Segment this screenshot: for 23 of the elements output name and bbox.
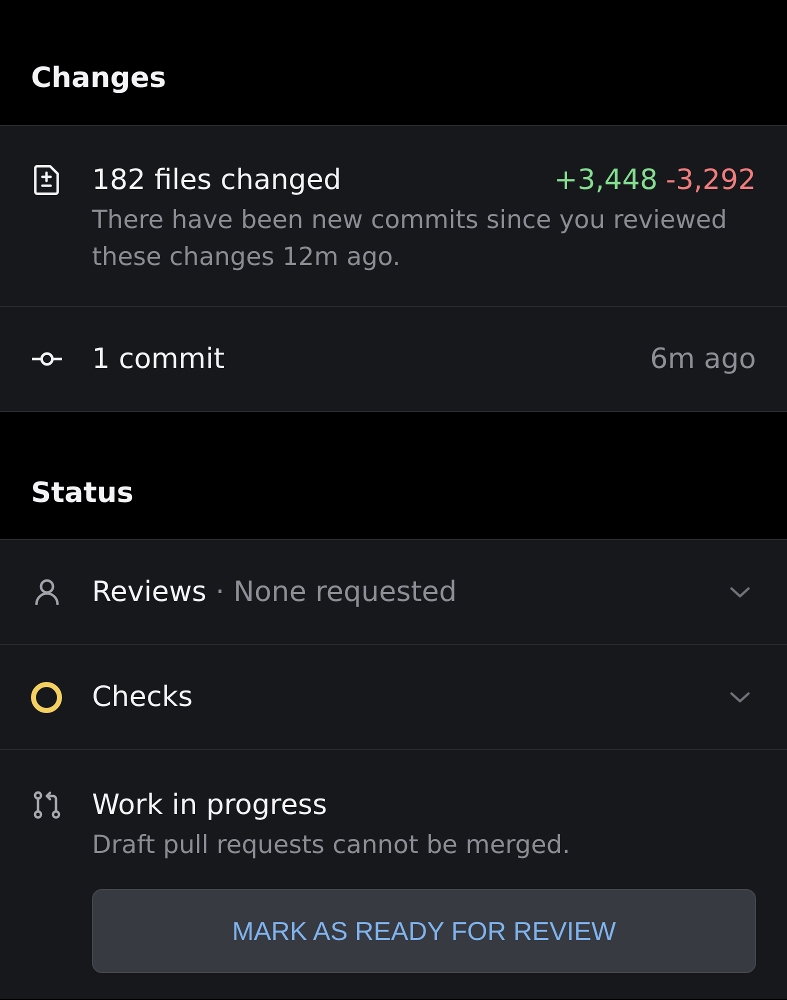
pull-request-icon — [32, 791, 60, 819]
commit-icon — [32, 352, 62, 366]
reviews-detail: None requested — [233, 574, 457, 610]
section-title: Changes — [31, 60, 166, 96]
review-note: There have been new commits since you reviewed these changes 12m ago. — [92, 204, 728, 273]
files-changed-row[interactable]: 182 files changed +3,448 -3,292 There have been new commits since you reviewed these changes 12m ago. — [0, 126, 787, 307]
deletions-count: -3,292 — [666, 162, 756, 198]
files-changed-label: 182 files changed — [92, 162, 342, 198]
draft-note: Draft pull requests cannot be merged. — [92, 829, 572, 861]
checks-row[interactable]: Checks — [0, 645, 787, 750]
additions-count: +3,448 — [554, 162, 658, 198]
commit-time: 6m ago — [650, 341, 756, 377]
commits-row[interactable]: 1 commit 6m ago — [0, 307, 787, 412]
file-diff-icon — [34, 165, 59, 195]
draft-status-label: Work in progress — [92, 787, 328, 823]
person-icon — [34, 579, 58, 605]
separator-dot: · — [216, 574, 224, 610]
ready-for-review-button[interactable]: MARK AS READY FOR REVIEW — [92, 889, 756, 973]
status-label: Reviews — [92, 574, 206, 610]
section-title: Status — [31, 475, 134, 511]
commits-label: 1 commit — [92, 341, 225, 377]
reviews-row[interactable]: Reviews · None requested — [0, 540, 787, 645]
status-label: Checks — [92, 679, 193, 715]
